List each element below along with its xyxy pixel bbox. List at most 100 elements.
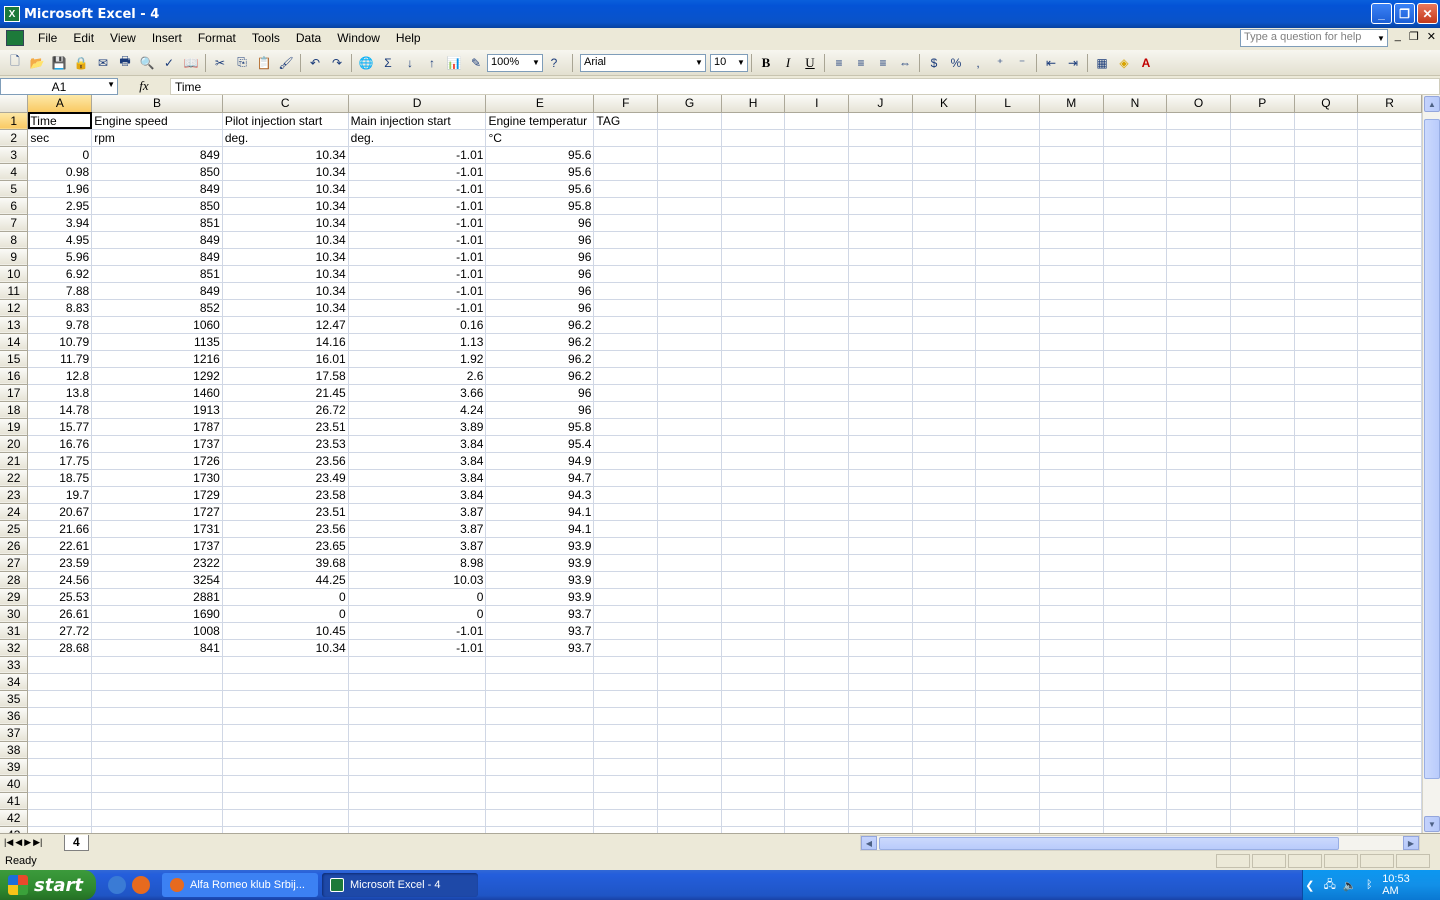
- cell[interactable]: [593, 792, 659, 810]
- cell[interactable]: [1103, 367, 1168, 385]
- cell[interactable]: [912, 163, 977, 181]
- cell[interactable]: [1294, 401, 1359, 419]
- cell[interactable]: 10.03: [348, 571, 487, 589]
- cell[interactable]: 10.34: [222, 163, 349, 181]
- sort-ascending-icon[interactable]: ↓: [399, 52, 421, 74]
- cell[interactable]: [1103, 469, 1168, 487]
- cell[interactable]: [912, 503, 977, 521]
- cell[interactable]: [1166, 316, 1231, 334]
- cell[interactable]: 23.51: [222, 418, 349, 436]
- cell[interactable]: [1039, 469, 1104, 487]
- cell[interactable]: 10.34: [222, 180, 349, 198]
- column-header-b[interactable]: B: [91, 95, 223, 113]
- cell[interactable]: [912, 316, 977, 334]
- cell[interactable]: [1294, 537, 1359, 555]
- cell[interactable]: [1039, 316, 1104, 334]
- cell[interactable]: [784, 690, 850, 708]
- cell[interactable]: [1230, 163, 1295, 181]
- cell[interactable]: 4.24: [348, 401, 487, 419]
- cell[interactable]: [784, 571, 850, 589]
- cell[interactable]: 850: [91, 197, 223, 215]
- cell[interactable]: [1230, 452, 1295, 470]
- cell[interactable]: [1166, 265, 1231, 283]
- cell[interactable]: [1103, 146, 1168, 164]
- underline-button[interactable]: U: [799, 52, 821, 74]
- cell[interactable]: 0: [348, 605, 487, 623]
- cell[interactable]: [848, 622, 913, 640]
- cell[interactable]: [593, 316, 659, 334]
- cell[interactable]: [1039, 435, 1104, 453]
- cell[interactable]: [1166, 537, 1231, 555]
- cell[interactable]: [27, 809, 93, 827]
- cell[interactable]: [1230, 486, 1295, 504]
- cell[interactable]: [721, 588, 786, 606]
- cell[interactable]: [912, 112, 977, 130]
- cell[interactable]: [975, 775, 1040, 793]
- cell[interactable]: [593, 707, 659, 725]
- cell[interactable]: -1.01: [348, 197, 487, 215]
- cell[interactable]: [657, 418, 722, 436]
- cell[interactable]: -1.01: [348, 622, 487, 640]
- vertical-scroll-thumb[interactable]: [1424, 119, 1440, 779]
- cell[interactable]: [1166, 418, 1231, 436]
- cell[interactable]: [593, 197, 659, 215]
- row-header[interactable]: 6: [0, 197, 29, 215]
- cell[interactable]: 1135: [91, 333, 223, 351]
- cell[interactable]: [1294, 248, 1359, 266]
- cell[interactable]: [593, 486, 659, 504]
- cell[interactable]: [912, 707, 977, 725]
- cell[interactable]: 1726: [91, 452, 223, 470]
- cell[interactable]: [1294, 741, 1359, 759]
- cell[interactable]: [784, 503, 850, 521]
- cell[interactable]: 95.8: [485, 418, 595, 436]
- hyperlink-icon[interactable]: 🌐: [355, 52, 377, 74]
- cell[interactable]: [1230, 180, 1295, 198]
- cell[interactable]: [1294, 112, 1359, 130]
- cell[interactable]: 1.92: [348, 350, 487, 368]
- cell[interactable]: [1103, 180, 1168, 198]
- row-header[interactable]: 10: [0, 265, 29, 283]
- cell[interactable]: [1103, 265, 1168, 283]
- cell[interactable]: [975, 809, 1040, 827]
- cell[interactable]: [975, 486, 1040, 504]
- cell[interactable]: 3.66: [348, 384, 487, 402]
- cell[interactable]: [848, 809, 913, 827]
- cell[interactable]: [1230, 112, 1295, 130]
- cell[interactable]: -1.01: [348, 265, 487, 283]
- cell[interactable]: [1039, 265, 1104, 283]
- cell[interactable]: [485, 741, 595, 759]
- cell[interactable]: 96: [485, 401, 595, 419]
- cell[interactable]: 1008: [91, 622, 223, 640]
- row-header[interactable]: 42: [0, 809, 29, 827]
- horizontal-scroll-thumb[interactable]: [879, 837, 1339, 850]
- cell[interactable]: [1357, 520, 1422, 538]
- cell[interactable]: [784, 299, 850, 317]
- cell[interactable]: 1.96: [27, 180, 93, 198]
- cell[interactable]: [593, 248, 659, 266]
- workbook-icon[interactable]: [6, 30, 24, 46]
- font-color-icon[interactable]: A: [1135, 52, 1157, 74]
- cell[interactable]: [784, 554, 850, 572]
- cell[interactable]: [848, 639, 913, 657]
- cell[interactable]: [784, 435, 850, 453]
- cell[interactable]: [1294, 554, 1359, 572]
- cell[interactable]: [593, 163, 659, 181]
- row-header[interactable]: 19: [0, 418, 29, 436]
- cell[interactable]: [1166, 826, 1231, 833]
- cell[interactable]: [1166, 673, 1231, 691]
- cell[interactable]: [1294, 571, 1359, 589]
- cell[interactable]: [657, 673, 722, 691]
- menu-item-tools[interactable]: Tools: [244, 31, 288, 45]
- row-header[interactable]: 32: [0, 639, 29, 657]
- cell[interactable]: [657, 605, 722, 623]
- cell[interactable]: [975, 639, 1040, 657]
- row-header[interactable]: 21: [0, 452, 29, 470]
- cell[interactable]: [975, 435, 1040, 453]
- cell[interactable]: [1039, 639, 1104, 657]
- cell[interactable]: [1103, 418, 1168, 436]
- font-size-select[interactable]: 10 ▼: [710, 53, 748, 72]
- cell[interactable]: [485, 707, 595, 725]
- taskbar-item-browser[interactable]: Alfa Romeo klub Srbij...: [162, 873, 318, 897]
- cell[interactable]: 14.16: [222, 333, 349, 351]
- cell[interactable]: [848, 367, 913, 385]
